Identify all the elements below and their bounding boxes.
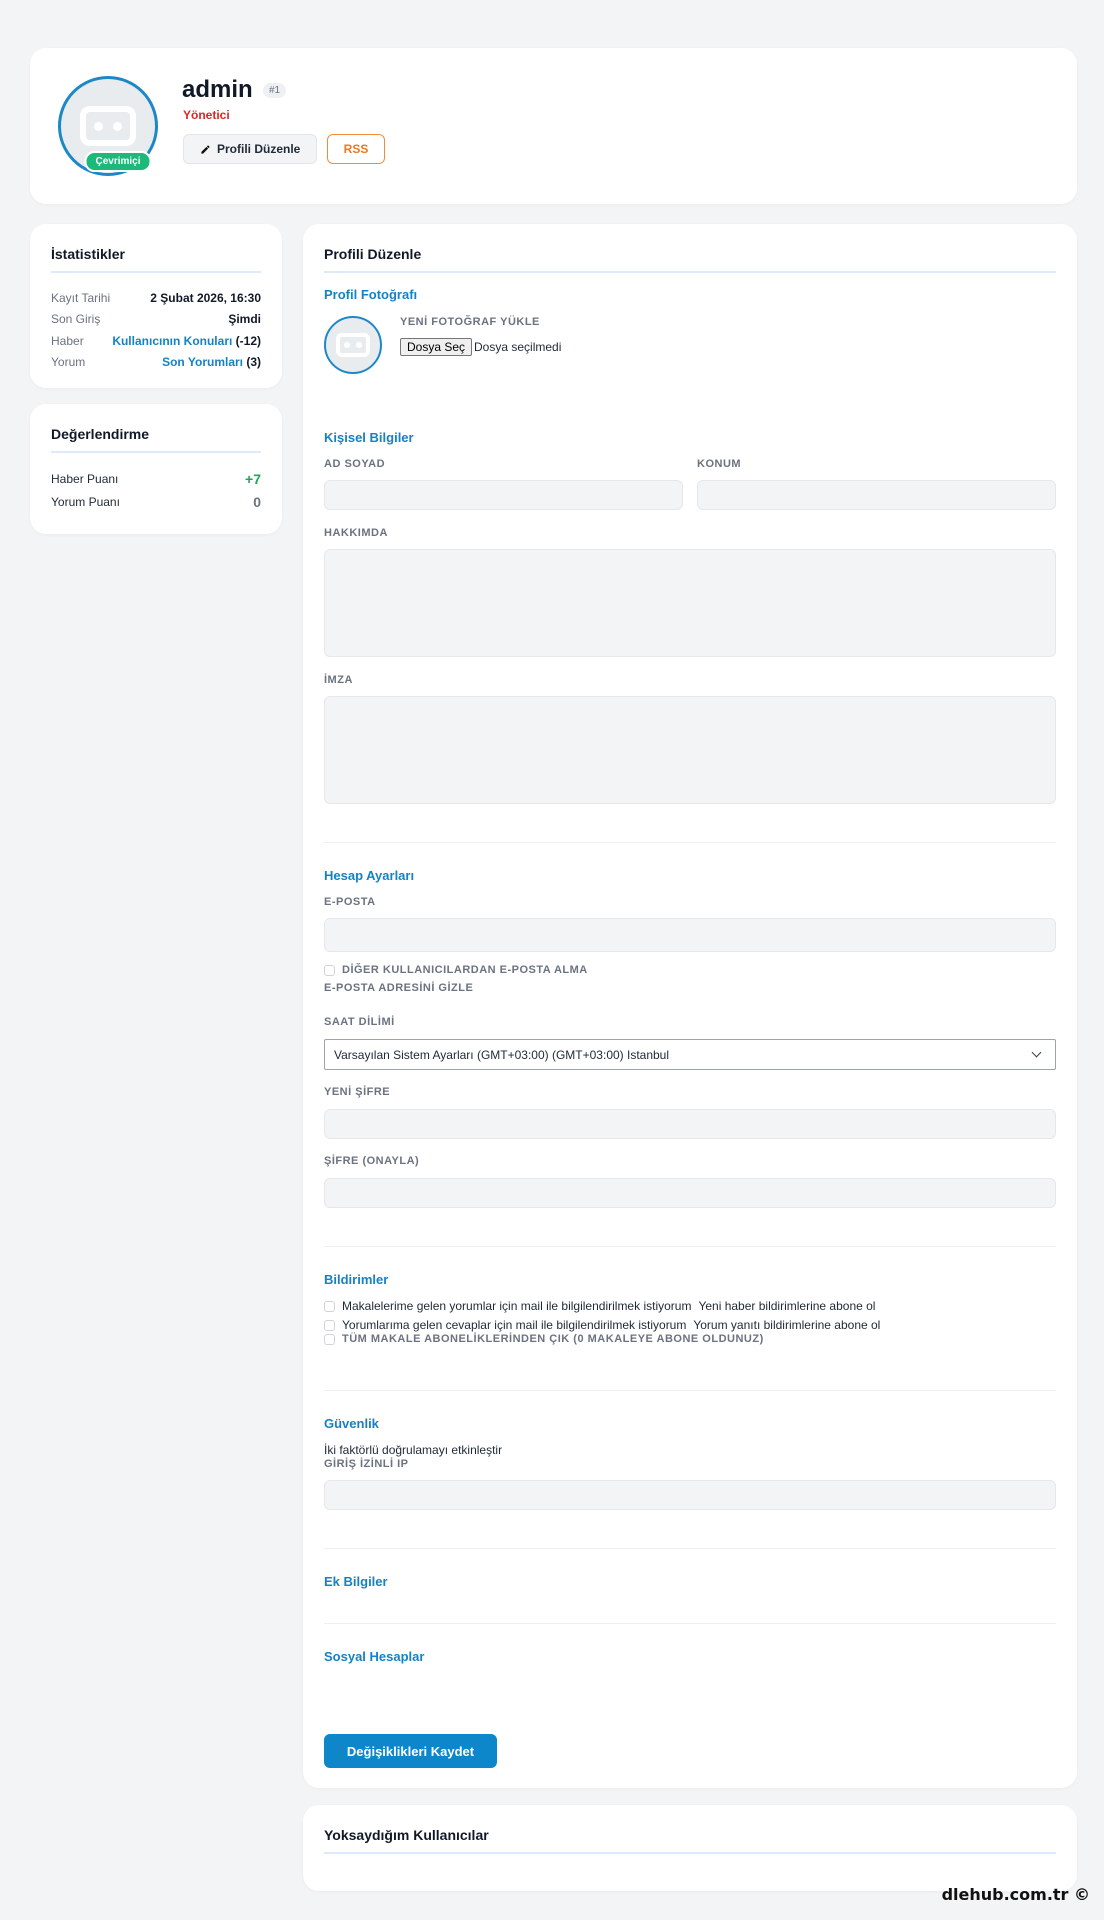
news-rating-label: Haber Puanı: [51, 471, 119, 486]
upload-photo-label: YENİ FOTOĞRAF YÜKLE: [400, 316, 540, 328]
stats-card: İstatistikler Kayıt Tarihi 2 Şubat 2026,…: [30, 224, 282, 388]
notify-replies-option[interactable]: Yorumlarıma gelen cevaplar için mail ile…: [324, 1318, 880, 1332]
comment-count: (3): [243, 355, 261, 370]
no-file-text: Dosya seçilmedi: [474, 340, 562, 354]
notify-comments-text: Makalelerime gelen yorumlar için mail il…: [342, 1299, 692, 1313]
location-label: KONUM: [697, 458, 742, 470]
email-input[interactable]: [324, 918, 1056, 952]
choose-file-button[interactable]: Dosya Seç: [400, 338, 473, 356]
chevron-down-icon: [1031, 1047, 1042, 1058]
notify-replies-text: Yorumlarıma gelen cevaplar için mail ile…: [342, 1318, 687, 1332]
ignored-users-card: Yoksaydığım Kullanıcılar: [303, 1805, 1077, 1891]
hide-email-label: E-POSTA ADRESİNİ GİZLE: [324, 982, 474, 994]
notify-comments-option[interactable]: Makalelerime gelen yorumlar için mail il…: [324, 1299, 875, 1313]
no-email-option[interactable]: DİĞER KULLANICILARDAN E-POSTA ALMA: [324, 964, 588, 976]
stat-label: Haber: [51, 333, 84, 348]
stat-value: Son Yorumları (3): [162, 355, 261, 369]
stat-label: Kayıt Tarihi: [51, 290, 111, 305]
user-role: Yönetici: [183, 108, 230, 122]
watermark-text: dlehub.com.tr ©: [941, 1885, 1090, 1904]
about-label: HAKKIMDA: [324, 527, 388, 539]
personal-section-title: Kişisel Bilgiler: [324, 430, 414, 445]
signature-label: İMZA: [324, 674, 353, 686]
stat-row-news: Haber Kullanıcının Konuları (-12): [51, 330, 261, 352]
edit-profile-label: Profili Düzenle: [217, 142, 301, 156]
unsubscribe-all-text: TÜM MAKALE ABONELİKLERİNDEN ÇIK (0 MAKAL…: [342, 1333, 764, 1345]
allowed-ip-label: GİRİŞ İZİNLİ IP: [324, 1458, 409, 1470]
news-rating-row: Haber Puanı +7: [51, 467, 261, 490]
default-avatar-icon: [336, 333, 370, 357]
notifications-section-title: Bildirimler: [324, 1272, 389, 1287]
stat-value: Şimdi: [228, 312, 261, 327]
news-count: (-12): [232, 333, 261, 348]
confirm-password-label: ŞİFRE (ONAYLA): [324, 1155, 420, 1167]
notify-replies-checkbox[interactable]: [324, 1319, 335, 1331]
rss-button[interactable]: RSS: [327, 134, 385, 164]
news-rating-value: +7: [245, 470, 261, 487]
allowed-ip-input[interactable]: [324, 1480, 1056, 1510]
stat-row-last-login: Son Giriş Şimdi: [51, 309, 261, 331]
unsubscribe-all-checkbox[interactable]: [324, 1333, 335, 1345]
comment-rating-label: Yorum Puanı: [51, 494, 120, 509]
profile-username: admin: [182, 76, 253, 103]
user-topics-link[interactable]: Kullanıcının Konuları: [112, 334, 232, 348]
timezone-select[interactable]: Varsayılan Sistem Ayarları (GMT+03:00) (…: [324, 1039, 1056, 1070]
rating-card: Değerlendirme Haber Puanı +7 Yorum Puanı…: [30, 404, 282, 534]
last-comments-link[interactable]: Son Yorumları: [162, 355, 243, 369]
unsubscribe-all-option[interactable]: TÜM MAKALE ABONELİKLERİNDEN ÇIK (0 MAKAL…: [324, 1333, 764, 1345]
section-divider: [324, 1548, 1056, 1549]
section-divider: [324, 842, 1056, 843]
extra-section-title: Ek Bilgiler: [324, 1574, 388, 1589]
user-id-badge: #1: [263, 83, 287, 98]
no-email-checkbox[interactable]: [324, 964, 335, 976]
stat-label: Son Giriş: [51, 312, 101, 327]
signature-textarea[interactable]: [324, 696, 1056, 804]
new-password-label: YENİ ŞİFRE: [324, 1086, 391, 1098]
photo-preview: [324, 316, 382, 374]
location-input[interactable]: [697, 480, 1056, 510]
stat-label: Yorum: [51, 355, 86, 370]
photo-section-title: Profil Fotoğrafı: [324, 287, 418, 302]
notify-news-text: Yeni haber bildirimlerine abone ol: [698, 1299, 876, 1313]
rating-title: Değerlendirme: [51, 426, 261, 453]
email-label: E-POSTA: [324, 896, 376, 908]
confirm-password-input[interactable]: [324, 1178, 1056, 1208]
stat-value: Kullanıcının Konuları (-12): [112, 334, 261, 348]
ignored-users-title: Yoksaydığım Kullanıcılar: [324, 1827, 1056, 1854]
section-divider: [324, 1390, 1056, 1391]
edit-profile-button[interactable]: Profili Düzenle: [183, 134, 318, 164]
stat-value: 2 Şubat 2026, 16:30: [150, 290, 261, 305]
profile-header-card: Çevrimiçi admin #1 Yönetici Profili Düze…: [30, 48, 1077, 204]
social-section-title: Sosyal Hesaplar: [324, 1649, 425, 1664]
about-textarea[interactable]: [324, 549, 1056, 657]
comment-rating-row: Yorum Puanı 0: [51, 490, 261, 513]
edit-profile-card: Profili Düzenle Profil Fotoğrafı YENİ FO…: [303, 224, 1077, 1788]
two-factor-text[interactable]: İki faktörlü doğrulamayı etkinleştir: [324, 1443, 502, 1457]
fullname-input[interactable]: [324, 480, 683, 510]
comment-rating-value: 0: [253, 493, 261, 510]
security-section-title: Güvenlik: [324, 1416, 379, 1431]
timezone-value: Varsayılan Sistem Ayarları (GMT+03:00) (…: [334, 1047, 670, 1062]
fullname-label: AD SOYAD: [324, 458, 386, 470]
notify-comments-checkbox[interactable]: [324, 1300, 335, 1312]
pencil-icon: [201, 144, 210, 154]
timezone-label: SAAT DİLİMİ: [324, 1016, 395, 1028]
stat-row-registered: Kayıt Tarihi 2 Şubat 2026, 16:30: [51, 287, 261, 309]
section-divider: [324, 1246, 1056, 1247]
stat-row-comments: Yorum Son Yorumları (3): [51, 352, 261, 374]
notify-reply-sub-text: Yorum yanıtı bildirimlerine abone ol: [693, 1318, 881, 1332]
profile-avatar: Çevrimiçi: [58, 76, 158, 176]
edit-profile-title: Profili Düzenle: [324, 246, 1056, 273]
no-email-text: DİĞER KULLANICILARDAN E-POSTA ALMA: [342, 964, 588, 976]
default-avatar-icon: [80, 106, 136, 146]
save-changes-button[interactable]: Değişiklikleri Kaydet: [324, 1734, 497, 1768]
new-password-input[interactable]: [324, 1109, 1056, 1139]
account-section-title: Hesap Ayarları: [324, 868, 415, 883]
online-status-badge: Çevrimiçi: [84, 151, 152, 172]
section-divider: [324, 1623, 1056, 1624]
stats-title: İstatistikler: [51, 246, 261, 273]
